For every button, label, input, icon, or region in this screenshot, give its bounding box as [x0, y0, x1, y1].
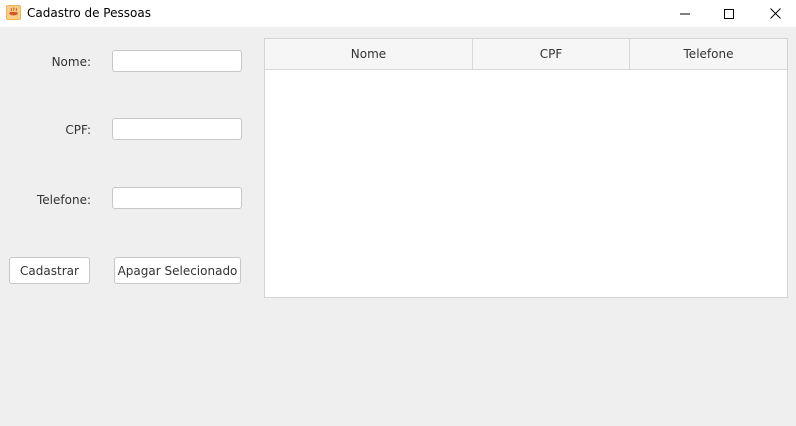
- close-icon: [769, 8, 781, 19]
- cpf-label: CPF:: [65, 123, 91, 137]
- minimize-icon: [680, 13, 690, 14]
- title-bar[interactable]: Cadastro de Pessoas: [0, 0, 796, 27]
- nome-input[interactable]: [112, 50, 242, 72]
- nome-label: Nome:: [51, 55, 91, 69]
- cpf-input[interactable]: [112, 118, 242, 140]
- java-cup-icon: [6, 5, 21, 20]
- column-header-telefone[interactable]: Telefone: [630, 39, 787, 69]
- table-header: Nome CPF Telefone: [265, 39, 787, 70]
- cadastrar-button[interactable]: Cadastrar: [9, 257, 90, 284]
- window-title: Cadastro de Pessoas: [27, 6, 151, 20]
- telefone-input[interactable]: [112, 187, 242, 209]
- close-button[interactable]: [752, 0, 796, 27]
- maximize-button[interactable]: [706, 0, 752, 27]
- main-window: Cadastro de Pessoas Nome: CPF: Telefone:…: [0, 0, 796, 426]
- column-header-nome[interactable]: Nome: [265, 39, 473, 69]
- column-header-cpf[interactable]: CPF: [473, 39, 630, 69]
- table-body[interactable]: [265, 70, 787, 297]
- apagar-selecionado-button[interactable]: Apagar Selecionado: [114, 257, 241, 284]
- maximize-icon: [724, 8, 734, 19]
- pessoas-table[interactable]: Nome CPF Telefone: [264, 38, 788, 298]
- telefone-label: Telefone:: [37, 193, 91, 207]
- minimize-button[interactable]: [662, 0, 708, 27]
